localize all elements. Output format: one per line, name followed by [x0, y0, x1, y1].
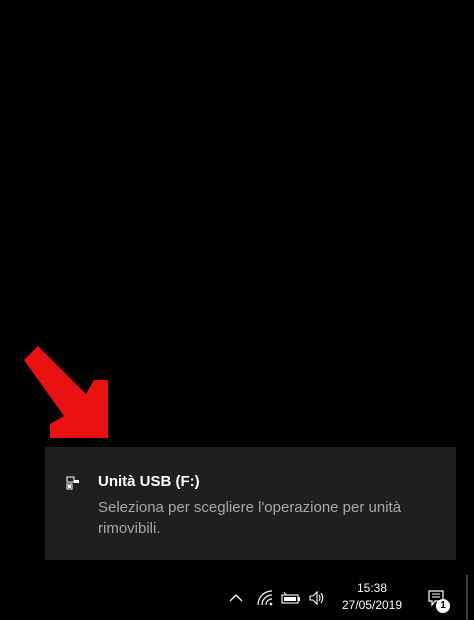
- clock-time: 15:38: [356, 581, 388, 595]
- red-arrow-annotation: [24, 346, 108, 438]
- notification-count-badge: 1: [436, 599, 450, 613]
- volume-button[interactable]: [306, 585, 328, 611]
- toast-message: Seleziona per scegliere l'operazione per…: [98, 499, 402, 537]
- show-desktop-button[interactable]: [466, 575, 468, 620]
- volume-icon: [309, 590, 324, 606]
- taskbar: 15:38 27/05/2019 1: [0, 575, 474, 620]
- desktop-screen: Unità USB (F:) Seleziona per scegliere l…: [0, 0, 474, 620]
- chevron-up-icon: [229, 594, 243, 602]
- battery-button[interactable]: [280, 585, 302, 611]
- clock-date: 27/05/2019: [341, 598, 403, 612]
- usb-notification-toast[interactable]: Unità USB (F:) Seleziona per scegliere l…: [45, 447, 456, 560]
- battery-icon: [281, 591, 300, 604]
- clock-button[interactable]: 15:38 27/05/2019: [332, 580, 412, 614]
- show-hidden-icons-button[interactable]: [226, 585, 246, 611]
- wifi-icon: [257, 590, 273, 606]
- toast-title: Unità USB (F:): [98, 473, 200, 490]
- network-button[interactable]: [254, 585, 276, 611]
- usb-drive-icon: [66, 476, 79, 490]
